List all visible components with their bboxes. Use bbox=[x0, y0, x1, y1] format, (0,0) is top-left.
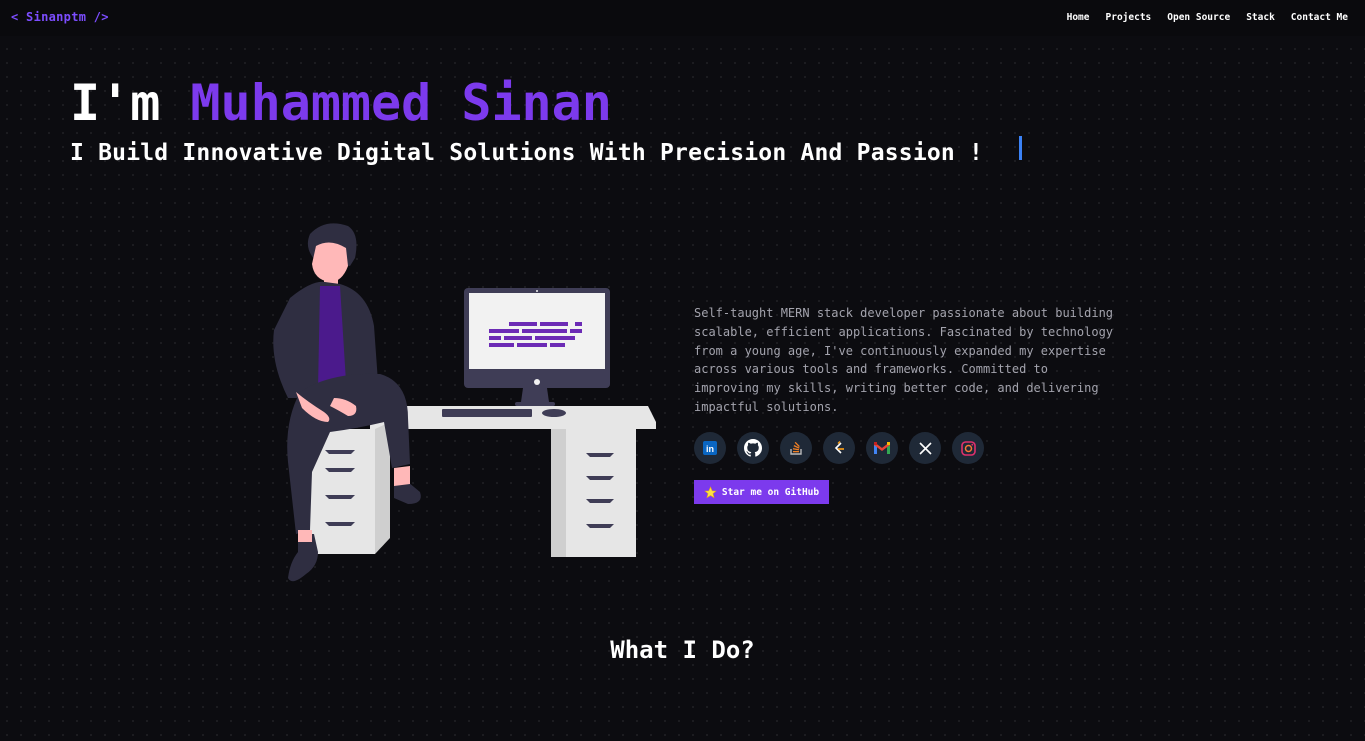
instagram-link[interactable] bbox=[952, 432, 984, 464]
linkedin-link[interactable]: in bbox=[694, 432, 726, 464]
stackoverflow-link[interactable] bbox=[780, 432, 812, 464]
social-links: in bbox=[694, 432, 984, 464]
svg-text:in: in bbox=[706, 444, 714, 454]
leetcode-icon bbox=[834, 441, 844, 454]
hero-title: I'm Muhammed Sinan bbox=[70, 72, 612, 134]
github-icon bbox=[744, 439, 762, 457]
nav-link-open-source[interactable]: Open Source bbox=[1167, 12, 1230, 23]
hero-name: Muhammed Sinan bbox=[190, 74, 612, 132]
nav-link-projects[interactable]: Projects bbox=[1106, 12, 1152, 23]
nav-link-contact[interactable]: Contact Me bbox=[1291, 12, 1348, 23]
section-title-what-i-do: What I Do? bbox=[610, 636, 755, 664]
site-logo[interactable]: < Sinanptm /> bbox=[11, 10, 109, 24]
github-link[interactable] bbox=[737, 432, 769, 464]
gmail-icon bbox=[874, 442, 890, 454]
gmail-link[interactable] bbox=[866, 432, 898, 464]
leetcode-link[interactable] bbox=[823, 432, 855, 464]
typing-cursor bbox=[1019, 136, 1022, 160]
developer-illustration bbox=[273, 223, 656, 582]
star-icon bbox=[704, 485, 717, 498]
x-icon bbox=[918, 441, 932, 455]
nav-link-home[interactable]: Home bbox=[1067, 12, 1090, 23]
nav-link-stack[interactable]: Stack bbox=[1246, 12, 1275, 23]
about-text: Self-taught MERN stack developer passion… bbox=[694, 306, 1114, 414]
hero-tagline: I Build Innovative Digital Solutions Wit… bbox=[70, 140, 984, 166]
linkedin-icon: in bbox=[703, 441, 717, 455]
navbar: < Sinanptm /> Home Projects Open Source … bbox=[0, 0, 1365, 36]
star-on-github-button[interactable]: Star me on GitHub bbox=[694, 480, 829, 504]
nav-links: Home Projects Open Source Stack Contact … bbox=[1067, 12, 1348, 23]
star-on-github-label: Star me on GitHub bbox=[721, 486, 820, 498]
stackoverflow-icon bbox=[790, 441, 802, 455]
hero-greeting: I'm bbox=[70, 74, 191, 132]
x-link[interactable] bbox=[909, 432, 941, 464]
instagram-icon bbox=[960, 440, 976, 456]
